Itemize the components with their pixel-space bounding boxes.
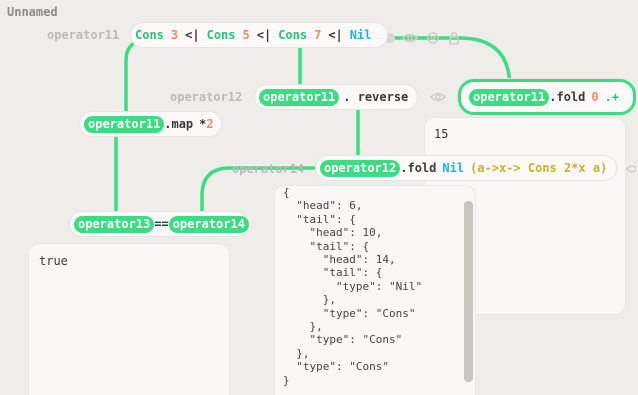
lock-icon[interactable]: [449, 32, 459, 45]
node-operator11[interactable]: Cons 3 <| Cons 5 <| Cons 7 <| Nil: [131, 23, 387, 47]
method-name: . reverse: [343, 90, 409, 104]
node-label-operator14: operator14: [232, 162, 305, 176]
method-name: .map: [164, 117, 194, 131]
result-value: true: [39, 254, 68, 268]
node-fold-nil[interactable]: operator12 .fold Nil (a->x-> Cons 2*x a): [316, 156, 616, 180]
operator: ==: [154, 217, 169, 231]
result-panel-equality: true: [29, 244, 229, 395]
operator: .+: [604, 90, 620, 104]
eye-icon[interactable]: [402, 33, 419, 43]
operator-ref[interactable]: operator11: [84, 115, 165, 133]
node-label-operator12: operator12: [170, 90, 243, 104]
operator-ref[interactable]: operator11: [469, 88, 550, 106]
operator: *: [199, 117, 207, 131]
method-name: .fold: [400, 161, 437, 175]
number: 3: [170, 28, 179, 42]
cons-keyword: Cons: [135, 28, 164, 42]
node-map[interactable]: operator11 .map * 2: [80, 112, 221, 136]
number: 2: [206, 117, 214, 131]
lambda-expression: (a->x-> Cons 2*x a): [470, 161, 608, 175]
operator-ref[interactable]: operator14: [168, 215, 249, 233]
wire-op11-to-map: [124, 38, 142, 118]
operator: <|: [328, 28, 343, 42]
number: 7: [314, 28, 322, 42]
nil-keyword: Nil: [349, 28, 372, 42]
cons-keyword: Cons: [206, 28, 236, 42]
result-panel-json[interactable]: { "head": 6, "tail": { "head": 10, "tail…: [275, 186, 475, 395]
operator: <|: [185, 28, 200, 42]
result-value: 15: [434, 127, 449, 141]
number: 5: [242, 28, 250, 42]
eye-icon[interactable]: [626, 163, 636, 175]
number: 0: [591, 90, 599, 104]
operator-ref[interactable]: operator13: [74, 215, 155, 233]
document-title: Unnamed: [7, 5, 58, 19]
cons-keyword: Cons: [278, 28, 308, 42]
node-toolbar: [402, 32, 459, 45]
method-name: .fold: [549, 90, 586, 104]
operator-ref[interactable]: operator12: [320, 159, 401, 177]
node-fold-selected[interactable]: operator11 .fold 0 .+: [458, 79, 636, 115]
nil-keyword: Nil: [442, 161, 465, 175]
node-label-operator11: operator11: [47, 28, 120, 42]
operator: <|: [256, 28, 272, 42]
json-output: { "head": 6, "tail": { "head": 10, "tail…: [283, 186, 423, 387]
scrollbar-thumb[interactable]: [464, 201, 473, 382]
operator-ref[interactable]: operator11: [259, 88, 340, 106]
node-reverse[interactable]: operator11 . reverse: [255, 85, 417, 109]
eye-icon[interactable]: [430, 91, 446, 103]
settings-icon[interactable]: [427, 32, 439, 44]
node-equality[interactable]: operator13 == operator14: [70, 212, 249, 236]
